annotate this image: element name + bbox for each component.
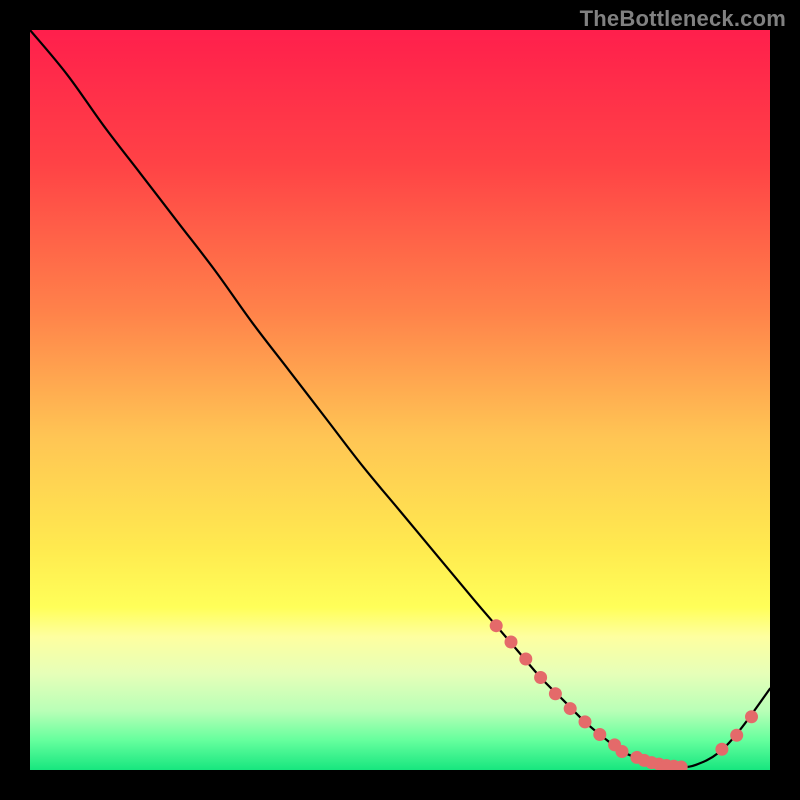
data-marker	[745, 710, 758, 723]
data-marker	[616, 745, 629, 758]
bottleneck-curve-chart	[0, 0, 800, 800]
data-marker	[593, 728, 606, 741]
plot-background	[30, 30, 770, 770]
data-marker	[730, 729, 743, 742]
data-marker	[549, 687, 562, 700]
data-marker	[564, 702, 577, 715]
data-marker	[675, 761, 688, 774]
data-marker	[715, 743, 728, 756]
data-marker	[519, 653, 532, 666]
watermark-label: TheBottleneck.com	[580, 6, 786, 32]
chart-frame: { "watermark": "TheBottleneck.com", "cha…	[0, 0, 800, 800]
data-marker	[505, 635, 518, 648]
data-marker	[579, 715, 592, 728]
data-marker	[490, 619, 503, 632]
data-marker	[534, 671, 547, 684]
